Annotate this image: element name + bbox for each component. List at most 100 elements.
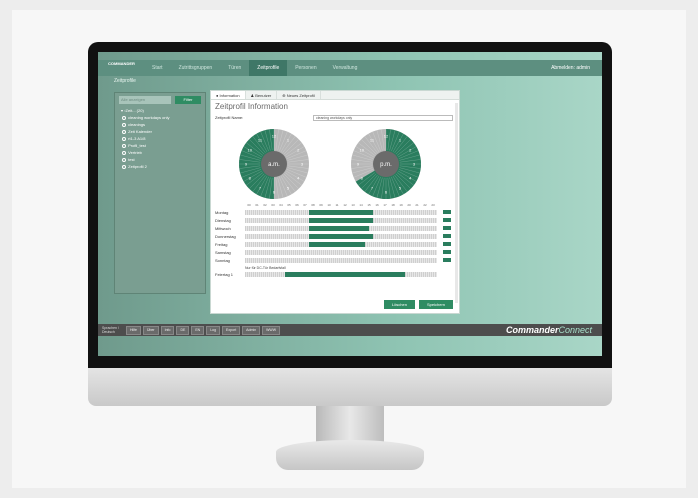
- clock-icon: [122, 129, 127, 134]
- nav-item-timeprofiles[interactable]: Zeitprofile: [249, 60, 288, 76]
- delete-button[interactable]: Löschen: [383, 300, 415, 309]
- tree-item[interactable]: Profil_test: [121, 142, 169, 149]
- day-toggle[interactable]: [443, 218, 451, 222]
- tree-item[interactable]: cleanings: [121, 121, 169, 128]
- weekly-schedule-grid: 00 01 02 03 04 05 06 07 08 09 10 11 12 13 14 15 16 17 18 19…: [215, 203, 455, 278]
- tree-item[interactable]: Zeit Kalender: [121, 128, 169, 135]
- day-label: Mittwoch: [215, 225, 231, 231]
- taskbar-button[interactable]: WWW: [262, 325, 281, 335]
- day-timeline[interactable]: [245, 225, 437, 231]
- hour-label: 13: [351, 203, 355, 207]
- day-row[interactable]: Dienstag: [215, 216, 455, 224]
- hour-label: 03: [271, 203, 275, 207]
- pm-clock[interactable]: p.m.121234567891011: [349, 127, 423, 201]
- taskbar-button[interactable]: Admin: [242, 325, 261, 335]
- hour-label: 08: [311, 203, 315, 207]
- hour-label: 00: [247, 203, 251, 207]
- am-clock[interactable]: a.m.121234567891011: [237, 127, 311, 201]
- photo-background: COMMANDER Start Zutrittsgruppen Türen Ze…: [0, 0, 698, 498]
- hour-label: 15: [367, 203, 371, 207]
- tree-item[interactable]: Vertrieb: [121, 149, 169, 156]
- hour-label: 04: [279, 203, 283, 207]
- clock-number: 10: [248, 148, 253, 153]
- tree-item[interactable]: test: [121, 156, 169, 163]
- day-row[interactable]: Donnerstag: [215, 232, 455, 240]
- day-timeline[interactable]: [245, 209, 437, 215]
- hour-label: 09: [319, 203, 323, 207]
- hour-label: 11: [335, 203, 339, 207]
- holiday-row[interactable]: Feiertag 1: [215, 270, 455, 278]
- taskbar-button[interactable]: Info: [160, 325, 175, 335]
- taskbar-button[interactable]: EN: [191, 325, 205, 335]
- nav-item-admin[interactable]: Verwaltung: [325, 60, 366, 76]
- app-screen: COMMANDER Start Zutrittsgruppen Türen Ze…: [98, 52, 602, 356]
- day-toggle[interactable]: [443, 226, 451, 230]
- sidebar: Alle anzeigen Filter ▾ ▫ Zeit... (20) cl…: [114, 92, 206, 294]
- active-interval: [309, 241, 365, 247]
- language-label: Sprachen / Deutsch: [102, 326, 119, 334]
- hour-header: 00 01 02 03 04 05 06 07 08 09 10 11 12 13 14 15 16 17 18 19…: [245, 203, 455, 208]
- day-timeline[interactable]: [245, 257, 437, 263]
- day-row[interactable]: Mittwoch: [215, 224, 455, 232]
- nav-item-persons[interactable]: Personen: [287, 60, 324, 76]
- nav-item-groups[interactable]: Zutrittsgruppen: [171, 60, 221, 76]
- tree-item[interactable]: rt1-3 A1/8: [121, 135, 169, 142]
- holiday-label: Feiertag 1: [215, 271, 234, 277]
- tab-new-profile[interactable]: ⊕ Neues Zeitprofil: [277, 91, 321, 99]
- save-button[interactable]: Speichern: [418, 300, 453, 309]
- day-toggle[interactable]: [443, 250, 451, 254]
- day-timeline[interactable]: [245, 233, 437, 239]
- hour-label: 07: [303, 203, 307, 207]
- tree-item[interactable]: cleaning workdays only: [121, 114, 169, 121]
- active-interval: [309, 225, 369, 231]
- taskbar-button[interactable]: Hilfe: [126, 325, 142, 335]
- clock-number: 12: [384, 134, 389, 139]
- clock-icon: [122, 115, 127, 120]
- hour-label: 23: [431, 203, 435, 207]
- taskbar-button[interactable]: Über: [143, 325, 159, 335]
- app-logo: COMMANDER: [108, 61, 135, 66]
- taskbar-button[interactable]: Log: [206, 325, 221, 335]
- clock-number: 12: [272, 134, 277, 139]
- hour-label: 21: [415, 203, 419, 207]
- hour-label: 12: [343, 203, 347, 207]
- day-toggle[interactable]: [443, 234, 451, 238]
- profile-name-input[interactable]: cleaning workdays only: [313, 115, 453, 121]
- day-label: Samstag: [215, 249, 231, 255]
- nav-item-start[interactable]: Start: [144, 60, 171, 76]
- active-interval: [309, 233, 373, 239]
- day-row[interactable]: Sonntag: [215, 256, 455, 264]
- active-interval: [309, 217, 373, 223]
- taskbar-button[interactable]: DE: [176, 325, 190, 335]
- hour-label: 06: [295, 203, 299, 207]
- holiday-bar[interactable]: [245, 271, 437, 277]
- profile-name-field: Zeitprofil Name: cleaning workdays only: [215, 115, 455, 122]
- taskbar-button[interactable]: Export: [222, 325, 241, 335]
- day-row[interactable]: Montag: [215, 208, 455, 216]
- tree-root[interactable]: ▾ ▫ Zeit... (20): [121, 107, 169, 114]
- sidebar-filter-button[interactable]: Filter: [175, 96, 201, 104]
- hour-label: 01: [255, 203, 259, 207]
- day-timeline[interactable]: [245, 241, 437, 247]
- day-row[interactable]: Freitag: [215, 240, 455, 248]
- day-toggle[interactable]: [443, 242, 451, 246]
- day-label: Freitag: [215, 241, 228, 247]
- monitor-stand-neck: [316, 406, 384, 444]
- clock-label: a.m.: [268, 162, 280, 168]
- breadcrumb: Zeitprofile: [114, 78, 136, 84]
- logout-link[interactable]: Abmelden: admin: [551, 60, 590, 76]
- hour-label: 05: [287, 203, 291, 207]
- day-timeline[interactable]: [245, 217, 437, 223]
- day-timeline[interactable]: [245, 249, 437, 255]
- tree-item[interactable]: Zeitprofil 2: [121, 163, 169, 170]
- day-toggle[interactable]: [443, 258, 451, 262]
- tab-information[interactable]: ● Information: [211, 91, 246, 99]
- panel-scrollbar[interactable]: [455, 103, 458, 303]
- day-toggle[interactable]: [443, 210, 451, 214]
- day-row[interactable]: Samstag: [215, 248, 455, 256]
- nav-item-doors[interactable]: Türen: [220, 60, 249, 76]
- tab-users[interactable]: ♟ Benutzer: [246, 91, 278, 99]
- hour-label: 20: [407, 203, 411, 207]
- day-rows: Montag Dienstag Mittwoch Donnerstag Freitag S…: [215, 208, 455, 264]
- sidebar-search-input[interactable]: Alle anzeigen: [119, 96, 171, 104]
